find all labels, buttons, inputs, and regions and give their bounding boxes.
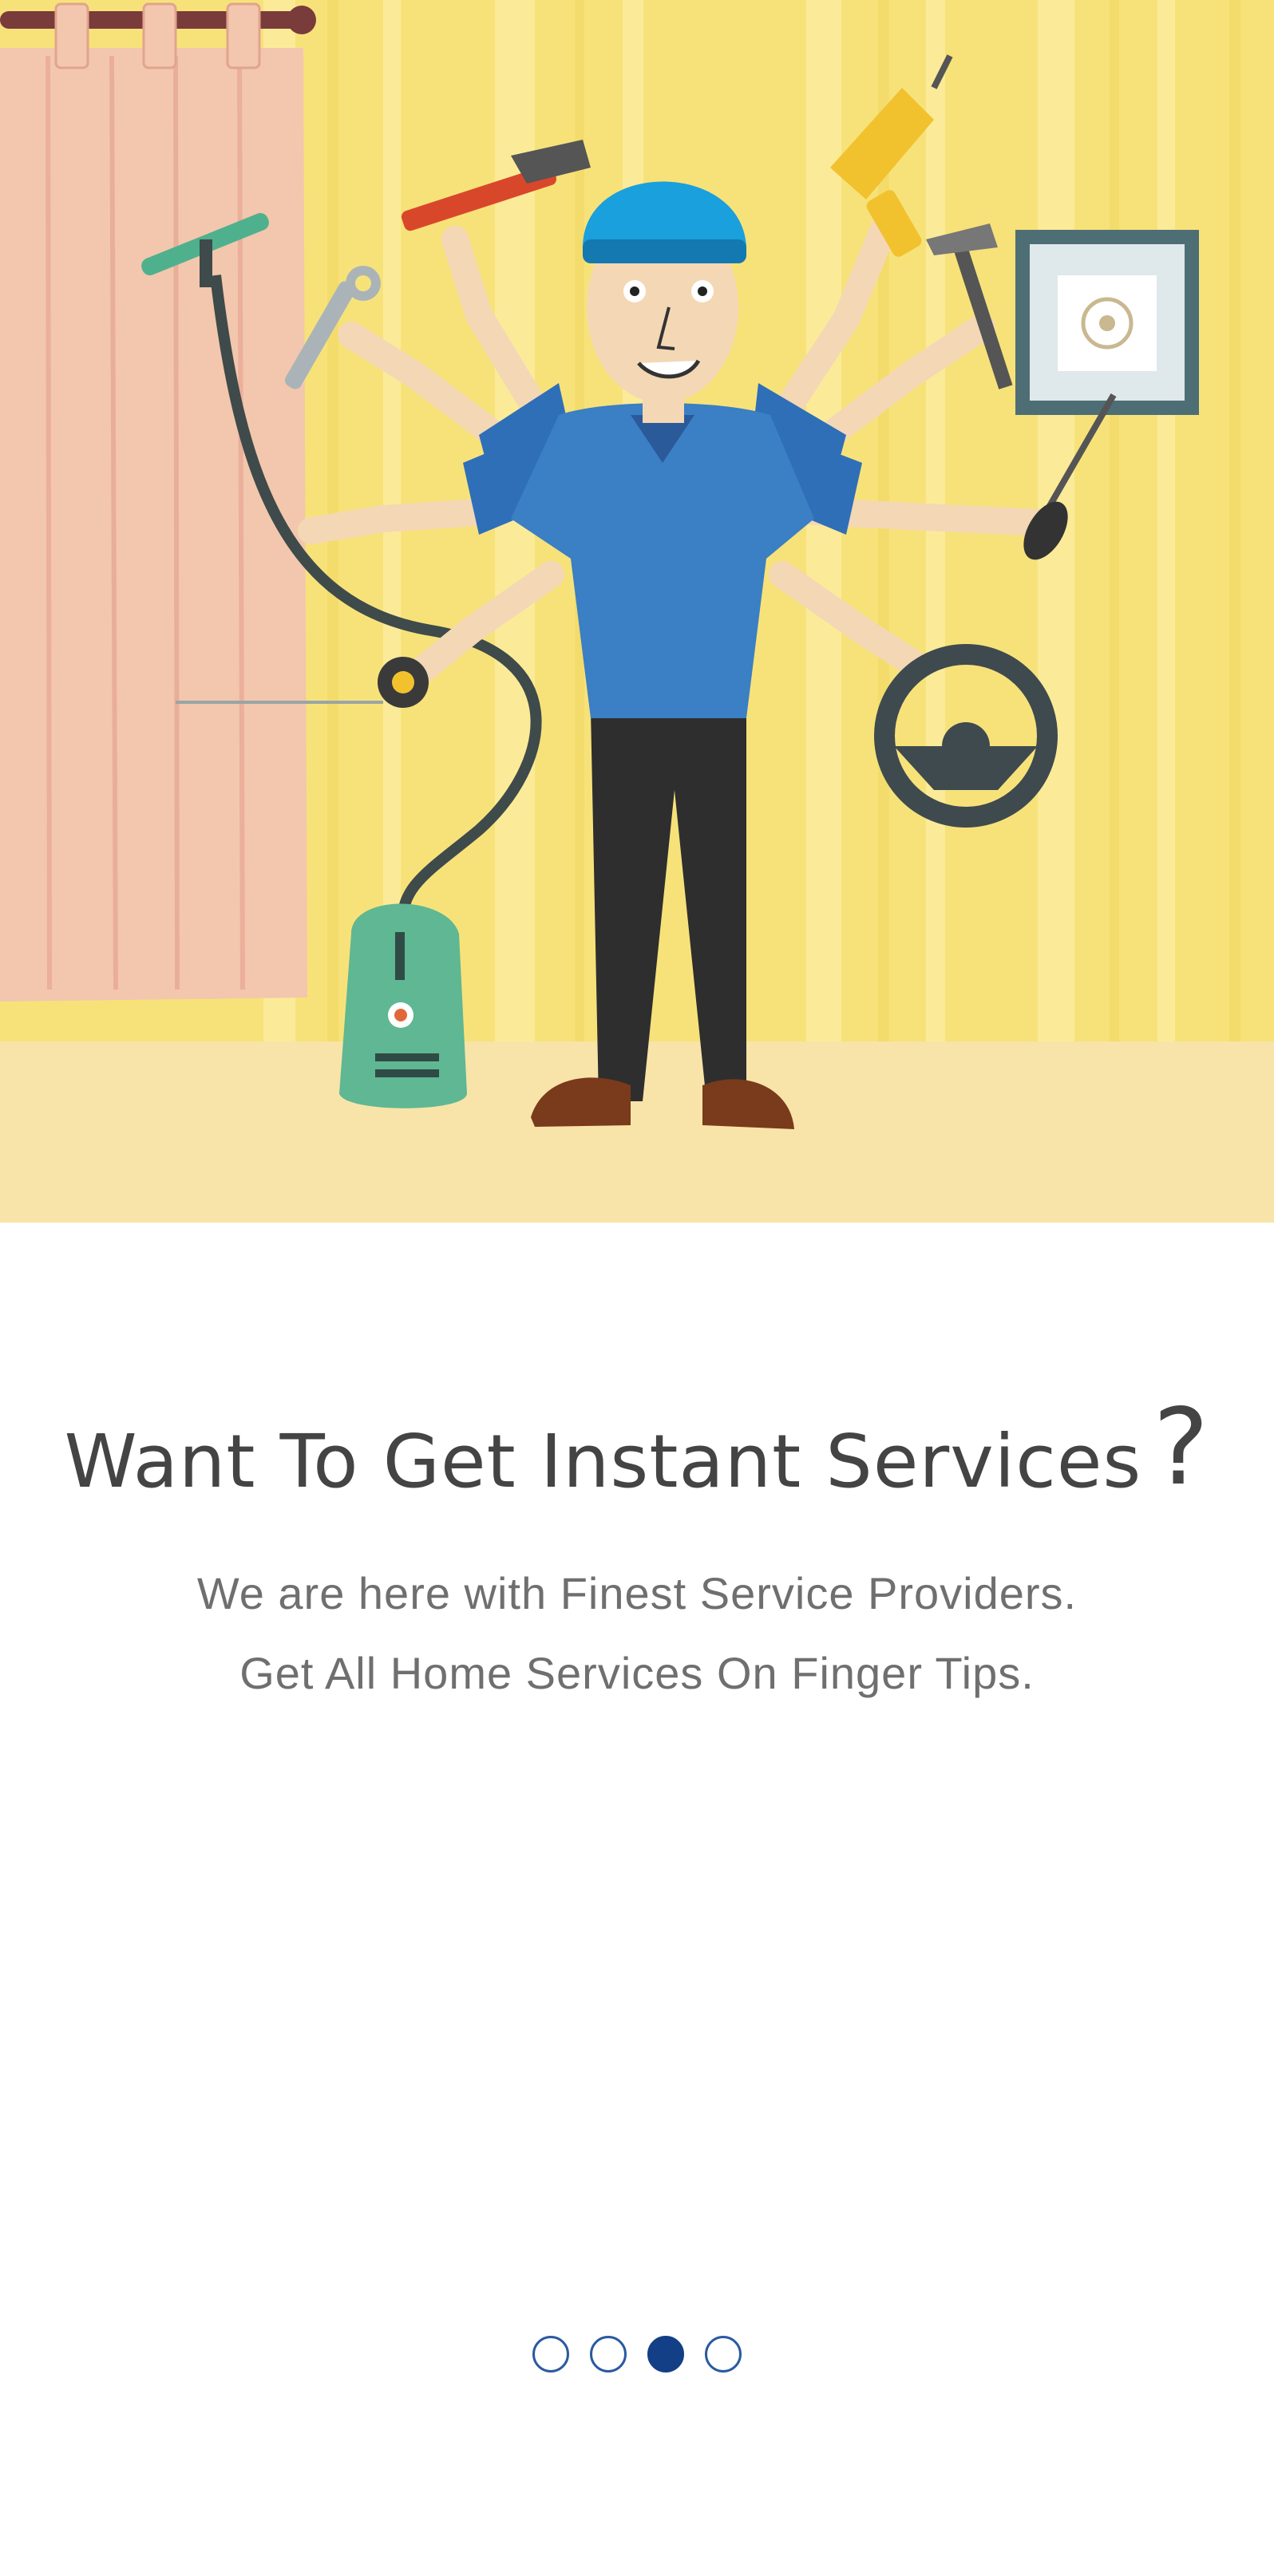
- hero-illustration: [0, 0, 1274, 1223]
- onboarding-subtitle-line1: We are here with Finest Service Provider…: [196, 1568, 1078, 1618]
- title-question-mark: ?: [1153, 1386, 1210, 1509]
- page-dot-2[interactable]: [590, 2336, 627, 2373]
- page-dot-1[interactable]: [532, 2336, 569, 2373]
- onboarding-title: Want To Get Instant Services?: [0, 1386, 1274, 1509]
- title-text: Want To Get Instant Services: [64, 1419, 1142, 1504]
- handyman-illustration: [0, 0, 1274, 1223]
- onboarding-subtitle-line2: Get All Home Services On Finger Tips.: [239, 1648, 1035, 1698]
- picture-frame-icon: [1015, 230, 1199, 415]
- page-indicator: [0, 2336, 1274, 2373]
- page-dot-4[interactable]: [705, 2336, 742, 2373]
- onboarding-content: Want To Get Instant Services? We are her…: [0, 1223, 1274, 2576]
- page-dot-3-active[interactable]: [647, 2336, 684, 2373]
